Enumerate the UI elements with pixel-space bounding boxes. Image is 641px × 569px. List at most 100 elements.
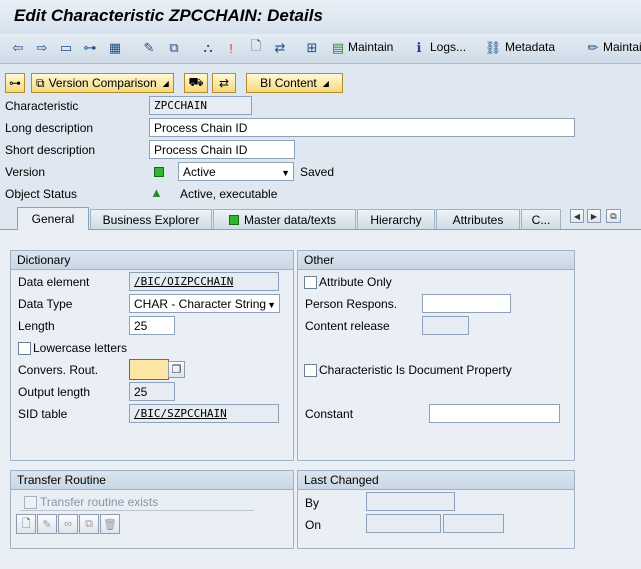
metadata-button[interactable]: Metadata xyxy=(505,40,555,54)
maintain-button[interactable]: Maintain xyxy=(348,40,393,54)
sid-table-field[interactable]: /BIC/SZPCCHAIN xyxy=(129,404,279,423)
transfer-routine-group-title: Transfer Routine xyxy=(11,471,293,490)
version-comparison-button[interactable]: ⧉ Version Comparison ◢ xyxy=(31,73,174,93)
info-icon[interactable]: ℹ xyxy=(410,40,428,56)
display-change-icon[interactable]: ✎ xyxy=(140,40,158,56)
create-routine-button[interactable]: 🗋 xyxy=(16,514,36,534)
characteristic-field: ZPCCHAIN xyxy=(149,96,252,115)
constant-field[interactable] xyxy=(429,404,560,423)
metadata-icon[interactable]: ⛓ xyxy=(484,40,502,56)
display-object-icon[interactable]: ▭ xyxy=(57,40,75,56)
transport-icon: ⇄ xyxy=(218,76,230,90)
data-element-label: Data element xyxy=(18,275,90,289)
content-release-label: Content release xyxy=(305,319,390,333)
content-release-field xyxy=(422,316,469,335)
trash-icon: 🗑 xyxy=(103,518,117,531)
truck-icon: ⛟ xyxy=(188,75,204,89)
convers-rout-field[interactable] xyxy=(129,359,169,380)
maintain2-button[interactable]: Maintai xyxy=(603,40,641,54)
attribute-only-label: Attribute Only xyxy=(319,275,392,289)
active-status-icon xyxy=(229,215,239,225)
copy-object-icon[interactable]: ⧉ xyxy=(165,40,183,56)
tab-list-icon[interactable]: ⧉ xyxy=(606,209,621,223)
where-used-icon[interactable]: ⛬ xyxy=(199,40,217,56)
long-description-field[interactable]: Process Chain ID xyxy=(149,118,575,137)
output-length-label: Output length xyxy=(18,385,91,399)
changed-on-date-field xyxy=(366,514,441,533)
transfer-exists-label: Transfer routine exists xyxy=(40,495,159,509)
compare-icon: ⧉ xyxy=(36,75,45,90)
transport-truck-button[interactable]: ⛟ xyxy=(184,73,208,93)
hierarchy-icon: ⊶ xyxy=(9,76,21,90)
glasses-icon: ∞ xyxy=(64,518,72,530)
long-description-label: Long description xyxy=(5,121,94,135)
object-status-value: Active, executable xyxy=(180,187,278,201)
transport-icon[interactable]: ⇄ xyxy=(271,40,289,56)
version-status-text: Saved xyxy=(300,165,335,179)
person-respons-field[interactable] xyxy=(422,294,511,313)
version-dropdown[interactable]: Active ▼ xyxy=(178,162,294,181)
dropdown-arrow-icon: ▼ xyxy=(281,168,290,178)
dictionary-group-title: Dictionary xyxy=(11,251,293,270)
copy-routine-button: ⧉ xyxy=(79,514,99,534)
person-respons-label: Person Respons. xyxy=(305,297,398,311)
display-routine-button: ∞ xyxy=(58,514,78,534)
tab-scroll-left-icon[interactable]: ◀ xyxy=(570,209,584,223)
data-type-label: Data Type xyxy=(18,297,73,311)
delete-routine-button: 🗑 xyxy=(100,514,120,534)
object-status-label: Object Status xyxy=(5,187,78,201)
executable-status-icon: ▲ xyxy=(150,185,163,200)
tab-master-data-texts[interactable]: Master data/texts xyxy=(213,209,356,229)
network-icon[interactable]: ⊞ xyxy=(303,40,321,56)
logs-button[interactable]: Logs... xyxy=(430,40,466,54)
dropdown-arrow-icon: ◢ xyxy=(162,78,169,88)
changed-on-label: On xyxy=(305,518,322,532)
document-property-checkbox[interactable] xyxy=(304,364,317,377)
tab-general[interactable]: General xyxy=(17,207,89,230)
tab-scroll-right-icon[interactable]: ▶ xyxy=(587,209,601,223)
active-status-icon xyxy=(154,167,164,177)
length-label: Length xyxy=(18,319,55,333)
value-help-icon[interactable]: ❐ xyxy=(168,361,185,378)
characteristic-label: Characteristic xyxy=(5,99,79,113)
tab-hierarchy[interactable]: Hierarchy xyxy=(357,209,435,229)
back-arrow-icon[interactable]: ⇦ xyxy=(9,40,27,56)
bi-content-button[interactable]: BI Content ◢ xyxy=(246,73,343,93)
tab-attributes[interactable]: Attributes xyxy=(436,209,520,229)
transport-connection-button[interactable]: ⇄ xyxy=(212,73,236,93)
table-grid-icon[interactable]: ▦ xyxy=(106,40,124,56)
dropdown-arrow-icon: ◢ xyxy=(322,78,329,88)
data-element-field[interactable]: /BIC/OIZPCCHAIN xyxy=(129,272,279,291)
maintain-pencil-icon[interactable]: ✏ xyxy=(584,40,602,56)
constant-label: Constant xyxy=(305,407,354,421)
data-type-dropdown[interactable]: CHAR - Character String ▼ xyxy=(129,294,280,313)
page-title: Edit Characteristic ZPCCHAIN: Details xyxy=(14,6,323,25)
changed-by-field xyxy=(366,492,455,511)
attribute-only-checkbox[interactable] xyxy=(304,276,317,289)
forward-arrow-icon[interactable]: ⇨ xyxy=(33,40,51,56)
change-routine-button: ✎ xyxy=(37,514,57,534)
transfer-exists-checkbox xyxy=(24,496,37,509)
tab-business-explorer[interactable]: Business Explorer xyxy=(90,209,212,229)
output-length-field: 25 xyxy=(129,382,175,401)
last-changed-group-title: Last Changed xyxy=(298,471,574,490)
new-document-icon: 🗋 xyxy=(21,517,31,530)
sid-table-label: SID table xyxy=(18,407,68,421)
transfer-divider xyxy=(20,510,254,511)
short-description-field[interactable]: Process Chain ID xyxy=(149,140,295,159)
length-field[interactable]: 25 xyxy=(129,316,175,335)
hierarchy-tree-icon[interactable]: ⊶ xyxy=(81,40,99,56)
version-label: Version xyxy=(5,165,46,179)
lowercase-checkbox[interactable] xyxy=(18,342,31,355)
new-document-icon[interactable]: 🗋 xyxy=(247,38,265,56)
hierarchy-display-button[interactable]: ⊶ xyxy=(5,73,25,93)
other-group-title: Other xyxy=(298,251,574,270)
document-property-label: Characteristic Is Document Property xyxy=(319,363,512,377)
changed-on-time-field xyxy=(443,514,504,533)
maintain-icon[interactable]: ▤ xyxy=(329,40,347,56)
short-description-label: Short description xyxy=(5,143,96,157)
activate-icon[interactable]: ǃ xyxy=(222,40,240,56)
tab-more[interactable]: C... xyxy=(521,209,561,229)
lowercase-label: Lowercase letters xyxy=(33,341,128,355)
convers-rout-label: Convers. Rout. xyxy=(18,363,99,377)
